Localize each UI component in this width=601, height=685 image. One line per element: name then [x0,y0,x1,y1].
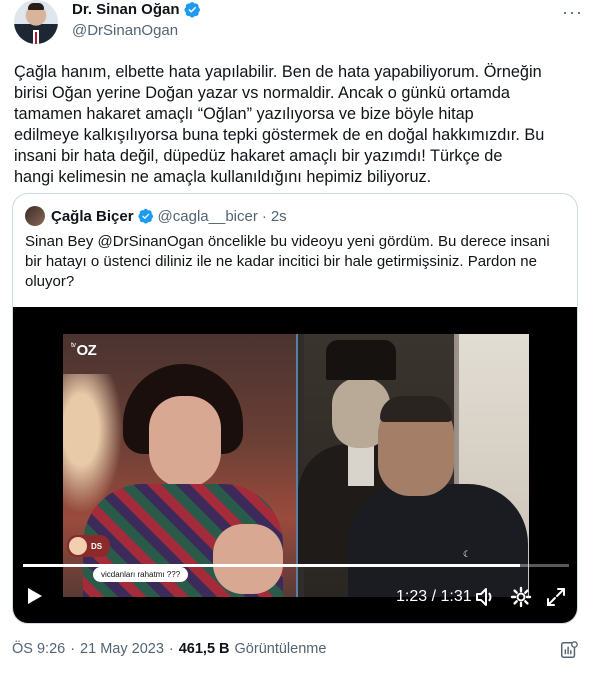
quoted-tweet[interactable]: Çağla Biçer @cagla__bicer · 2s Sinan Bey… [12,193,578,624]
video-progress-bar[interactable] [23,564,569,567]
quoted-tweet-text: Sinan Bey @DrSinanOgan öncelikle bu vide… [25,233,550,290]
tweet-header: Dr. Sinan Oğan @DrSinanOgan ··· [14,0,587,50]
quoted-author-avatar[interactable] [25,206,45,226]
portrait-kalpak [326,340,396,380]
separator-dot: · [261,207,267,225]
quoted-tweet-time[interactable]: 2s [271,208,287,225]
commenter-avatar [69,537,87,555]
channel-logo-text: OZ [76,342,97,359]
verified-badge-icon [183,2,200,18]
fullscreen-icon[interactable] [545,586,567,608]
quoted-author-handle[interactable]: @cagla__bicer [158,208,258,225]
woman-hand [213,524,283,594]
video-frame-left: tvOZ [63,334,296,597]
settings-gear-icon[interactable] [510,586,532,608]
views-count: 461,5 B [178,641,230,657]
author-handle[interactable]: @DrSinanOgan [72,22,178,39]
channel-logo-small: tv [71,342,76,349]
tweet-meta: ÖS 9:26 · 21 May 2023 · 461,5 B Görüntül… [12,641,326,657]
play-icon[interactable] [27,587,43,605]
author-name-row: Dr. Sinan Oğan [72,1,201,18]
pin-icon: ☾ [463,549,472,559]
meta-separator: · [70,641,76,657]
analytics-icon[interactable] [559,640,579,660]
author-name[interactable]: Dr. Sinan Oğan [72,1,180,18]
overlay-comment: vicdanları rahatmı ??? [93,567,189,582]
volume-icon[interactable] [474,586,496,608]
portrait-shirt [348,446,374,486]
video-time: 1:23 / 1:31 [396,588,472,605]
video-player[interactable]: tvOZ ☾ DS vicdanları rahatmı ??? 1:23 / … [13,307,577,623]
man-coat [348,484,528,597]
quoted-verified-badge-icon [137,209,153,224]
more-options-icon[interactable]: ··· [562,2,583,23]
channel-logo: tvOZ [71,342,97,359]
views-label: Görüntülenme [234,641,327,657]
tweet-date[interactable]: 21 May 2023 [80,641,164,657]
avatar-hair [28,3,44,10]
tweet-text: Çağla hanım, elbette hata yapılabilir. B… [14,63,545,186]
commenter-badge: DS [67,535,111,557]
quoted-author-name[interactable]: Çağla Biçer [51,208,134,225]
avatar-tie [35,32,37,44]
woman-face [149,396,221,488]
video-frame-right: ☾ [296,334,529,597]
meta-separator: · [168,641,174,657]
video-progress-fill [23,564,520,567]
tweet-time[interactable]: ÖS 9:26 [12,641,65,657]
author-avatar[interactable] [14,0,58,44]
commenter-initials: DS [91,541,103,551]
quoted-tweet-header: Çağla Biçer @cagla__bicer · 2s [25,206,287,226]
man-hair [380,396,452,422]
